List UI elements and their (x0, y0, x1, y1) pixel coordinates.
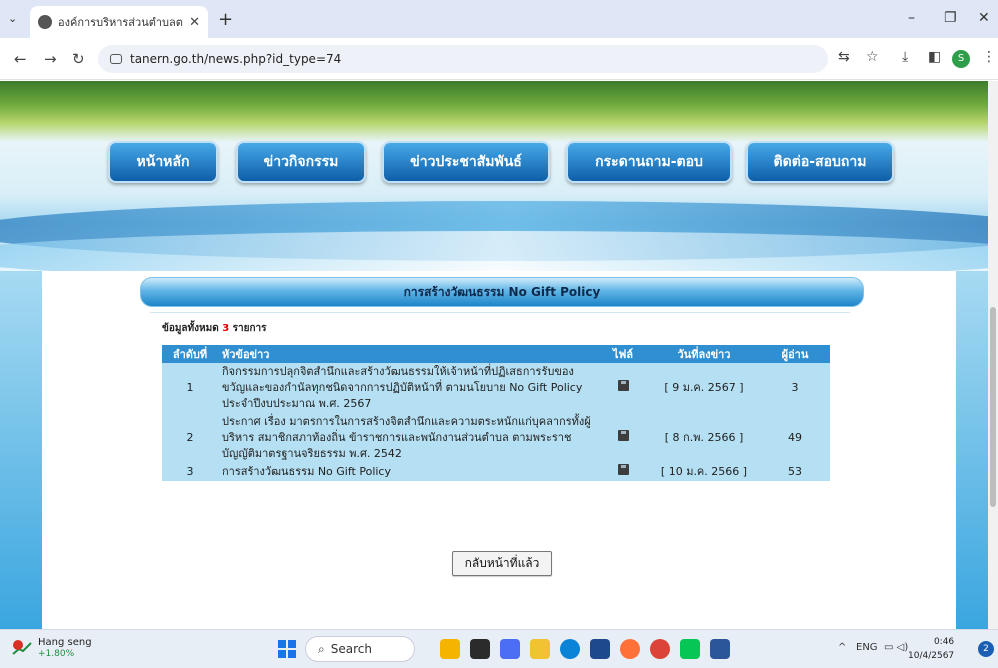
news-title-link[interactable]: ประกาศ เรื่อง มาตรการในการสร้างจิตสำนึกแ… (218, 413, 598, 463)
chat-app-icon[interactable] (500, 639, 520, 659)
widgets-app-icon[interactable] (440, 639, 460, 659)
tray-chevron-icon[interactable]: ^ (838, 642, 846, 653)
scrollbar-thumb[interactable] (990, 307, 996, 507)
line-app-icon[interactable] (680, 639, 700, 659)
menu-home[interactable]: หน้าหลัก (108, 141, 218, 183)
url-text[interactable]: tanern.go.th/news.php?id_type=74 (130, 52, 341, 66)
globe-icon (38, 15, 52, 29)
post-date: [ 9 ม.ค. 2567 ] (648, 363, 760, 413)
browser-toolbar: ← → ↻ tanern.go.th/news.php?id_type=74 ⇆… (0, 38, 998, 80)
file-cell (598, 413, 648, 463)
edge-browser-icon[interactable] (560, 639, 580, 659)
search-label: Search (330, 642, 372, 656)
restore-icon[interactable]: ❐ (944, 10, 957, 26)
count-suffix: รายการ (232, 323, 267, 334)
sidepanel-icon[interactable]: ◧ (928, 49, 941, 65)
menu-activities[interactable]: ข่าวกิจกรรม (236, 141, 366, 183)
table-row: 3 การสร้างวัฒนธรรม No Gift Policy [ 10 ม… (162, 463, 830, 481)
page-viewport: หน้าหลัก ข่าวกิจกรรม ข่าวประชาสัมพันธ์ ก… (0, 81, 998, 629)
notification-badge[interactable]: 2 (978, 641, 994, 657)
header-title: หัวข้อข่าว (218, 345, 598, 363)
row-number: 1 (162, 363, 218, 413)
system-clock[interactable]: 0:46 10/4/2567 (908, 635, 954, 663)
stock-chart-icon (12, 640, 32, 656)
divider (150, 312, 850, 313)
stock-change: +1.80% (38, 649, 75, 659)
windows-start-icon[interactable] (278, 640, 296, 658)
header-no: ลำดับที่ (162, 345, 218, 363)
stock-name: Hang seng (38, 637, 92, 648)
disk-icon[interactable] (617, 464, 629, 475)
table-row: 2 ประกาศ เรื่อง มาตรการในการสร้างจิตสำนึ… (162, 413, 830, 463)
header-date: วันที่ลงข่าว (648, 345, 760, 363)
tab-title: องค์การบริหารส่วนตำบลตาเณิน อำเภ (58, 16, 183, 29)
word-app-icon[interactable] (710, 639, 730, 659)
tab-search-chevron-icon[interactable]: ⌄ (8, 12, 17, 25)
news-table: ลำดับที่ หัวข้อข่าว ไฟล์ วันที่ลงข่าว ผู… (162, 345, 830, 481)
disk-icon[interactable] (617, 380, 629, 391)
minimize-icon[interactable]: – (908, 10, 915, 26)
reload-icon[interactable]: ↻ (72, 50, 85, 68)
post-date: [ 8 ก.พ. 2566 ] (648, 413, 760, 463)
network-volume-icon[interactable]: ▭ ◁) (884, 642, 908, 653)
header-file: ไฟล์ (598, 345, 648, 363)
menu-announcements[interactable]: ข่าวประชาสัมพันธ์ (382, 141, 550, 183)
reader-count: 49 (760, 413, 830, 463)
chrome-icon[interactable] (650, 639, 670, 659)
close-icon[interactable]: ✕ (189, 15, 200, 30)
browser-tab[interactable]: องค์การบริหารส่วนตำบลตาเณิน อำเภ ✕ (30, 6, 208, 38)
menu-contact[interactable]: ติดต่อ-สอบถาม (746, 141, 894, 183)
stock-widget[interactable]: Hang seng +1.80% (12, 637, 92, 659)
reader-count: 3 (760, 363, 830, 413)
menu-qa-board[interactable]: กระดานถาม-ตอบ (566, 141, 732, 183)
disk-icon[interactable] (617, 430, 629, 441)
site-settings-icon[interactable] (110, 54, 122, 64)
post-date: [ 10 ม.ค. 2566 ] (648, 463, 760, 481)
page-scrollbar[interactable] (988, 81, 998, 629)
left-side-decoration (0, 271, 42, 629)
row-number: 2 (162, 413, 218, 463)
count-prefix: ข้อมูลทั้งหมด (162, 323, 219, 334)
task-view-icon[interactable] (470, 639, 490, 659)
news-title-link[interactable]: กิจกรรมการปลุกจิตสำนึกและสร้างวัฒนธรรมให… (218, 363, 598, 413)
back-button[interactable]: กลับหน้าที่แล้ว (452, 551, 552, 576)
row-number: 3 (162, 463, 218, 481)
taskbar-search[interactable]: ⌕ Search (305, 636, 415, 662)
record-count: ข้อมูลทั้งหมด 3 รายการ (162, 321, 267, 336)
firefox-icon[interactable] (620, 639, 640, 659)
file-explorer-icon[interactable] (530, 639, 550, 659)
star-icon[interactable]: ☆ (866, 49, 879, 65)
section-title: การสร้างวัฒนธรรม No Gift Policy (140, 277, 864, 307)
forward-arrow-icon[interactable]: → (44, 50, 57, 68)
browser-tab-strip: ⌄ องค์การบริหารส่วนตำบลตาเณิน อำเภ ✕ + –… (0, 0, 998, 38)
news-title-link[interactable]: การสร้างวัฒนธรรม No Gift Policy (218, 463, 598, 481)
file-cell (598, 463, 648, 481)
table-row: 1 กิจกรรมการปลุกจิตสำนึกและสร้างวัฒนธรรม… (162, 363, 830, 413)
window-close-icon[interactable]: ✕ (978, 10, 990, 26)
reader-count: 53 (760, 463, 830, 481)
download-icon[interactable]: ⤓ (902, 49, 908, 65)
table-header-row: ลำดับที่ หัวข้อข่าว ไฟล์ วันที่ลงข่าว ผู… (162, 345, 830, 363)
more-icon[interactable]: ⋮ (982, 49, 996, 65)
language-indicator[interactable]: ENG (856, 642, 878, 653)
translate-icon[interactable]: ⇆ (838, 49, 850, 65)
file-cell (598, 363, 648, 413)
back-arrow-icon[interactable]: ← (14, 50, 27, 68)
search-icon: ⌕ (318, 641, 325, 656)
address-bar[interactable]: tanern.go.th/news.php?id_type=74 (98, 45, 828, 73)
clock-time: 0:46 (933, 637, 955, 647)
clock-date: 10/4/2567 (908, 651, 955, 661)
profile-avatar[interactable]: S (952, 50, 970, 68)
count-value: 3 (222, 323, 230, 334)
header-readers: ผู้อ่าน (760, 345, 830, 363)
taskbar: Hang seng +1.80% ⌕ Search ^ ENG ▭ ◁) 0:4… (0, 629, 998, 668)
store-app-icon[interactable] (590, 639, 610, 659)
new-tab-button[interactable]: + (218, 9, 233, 30)
